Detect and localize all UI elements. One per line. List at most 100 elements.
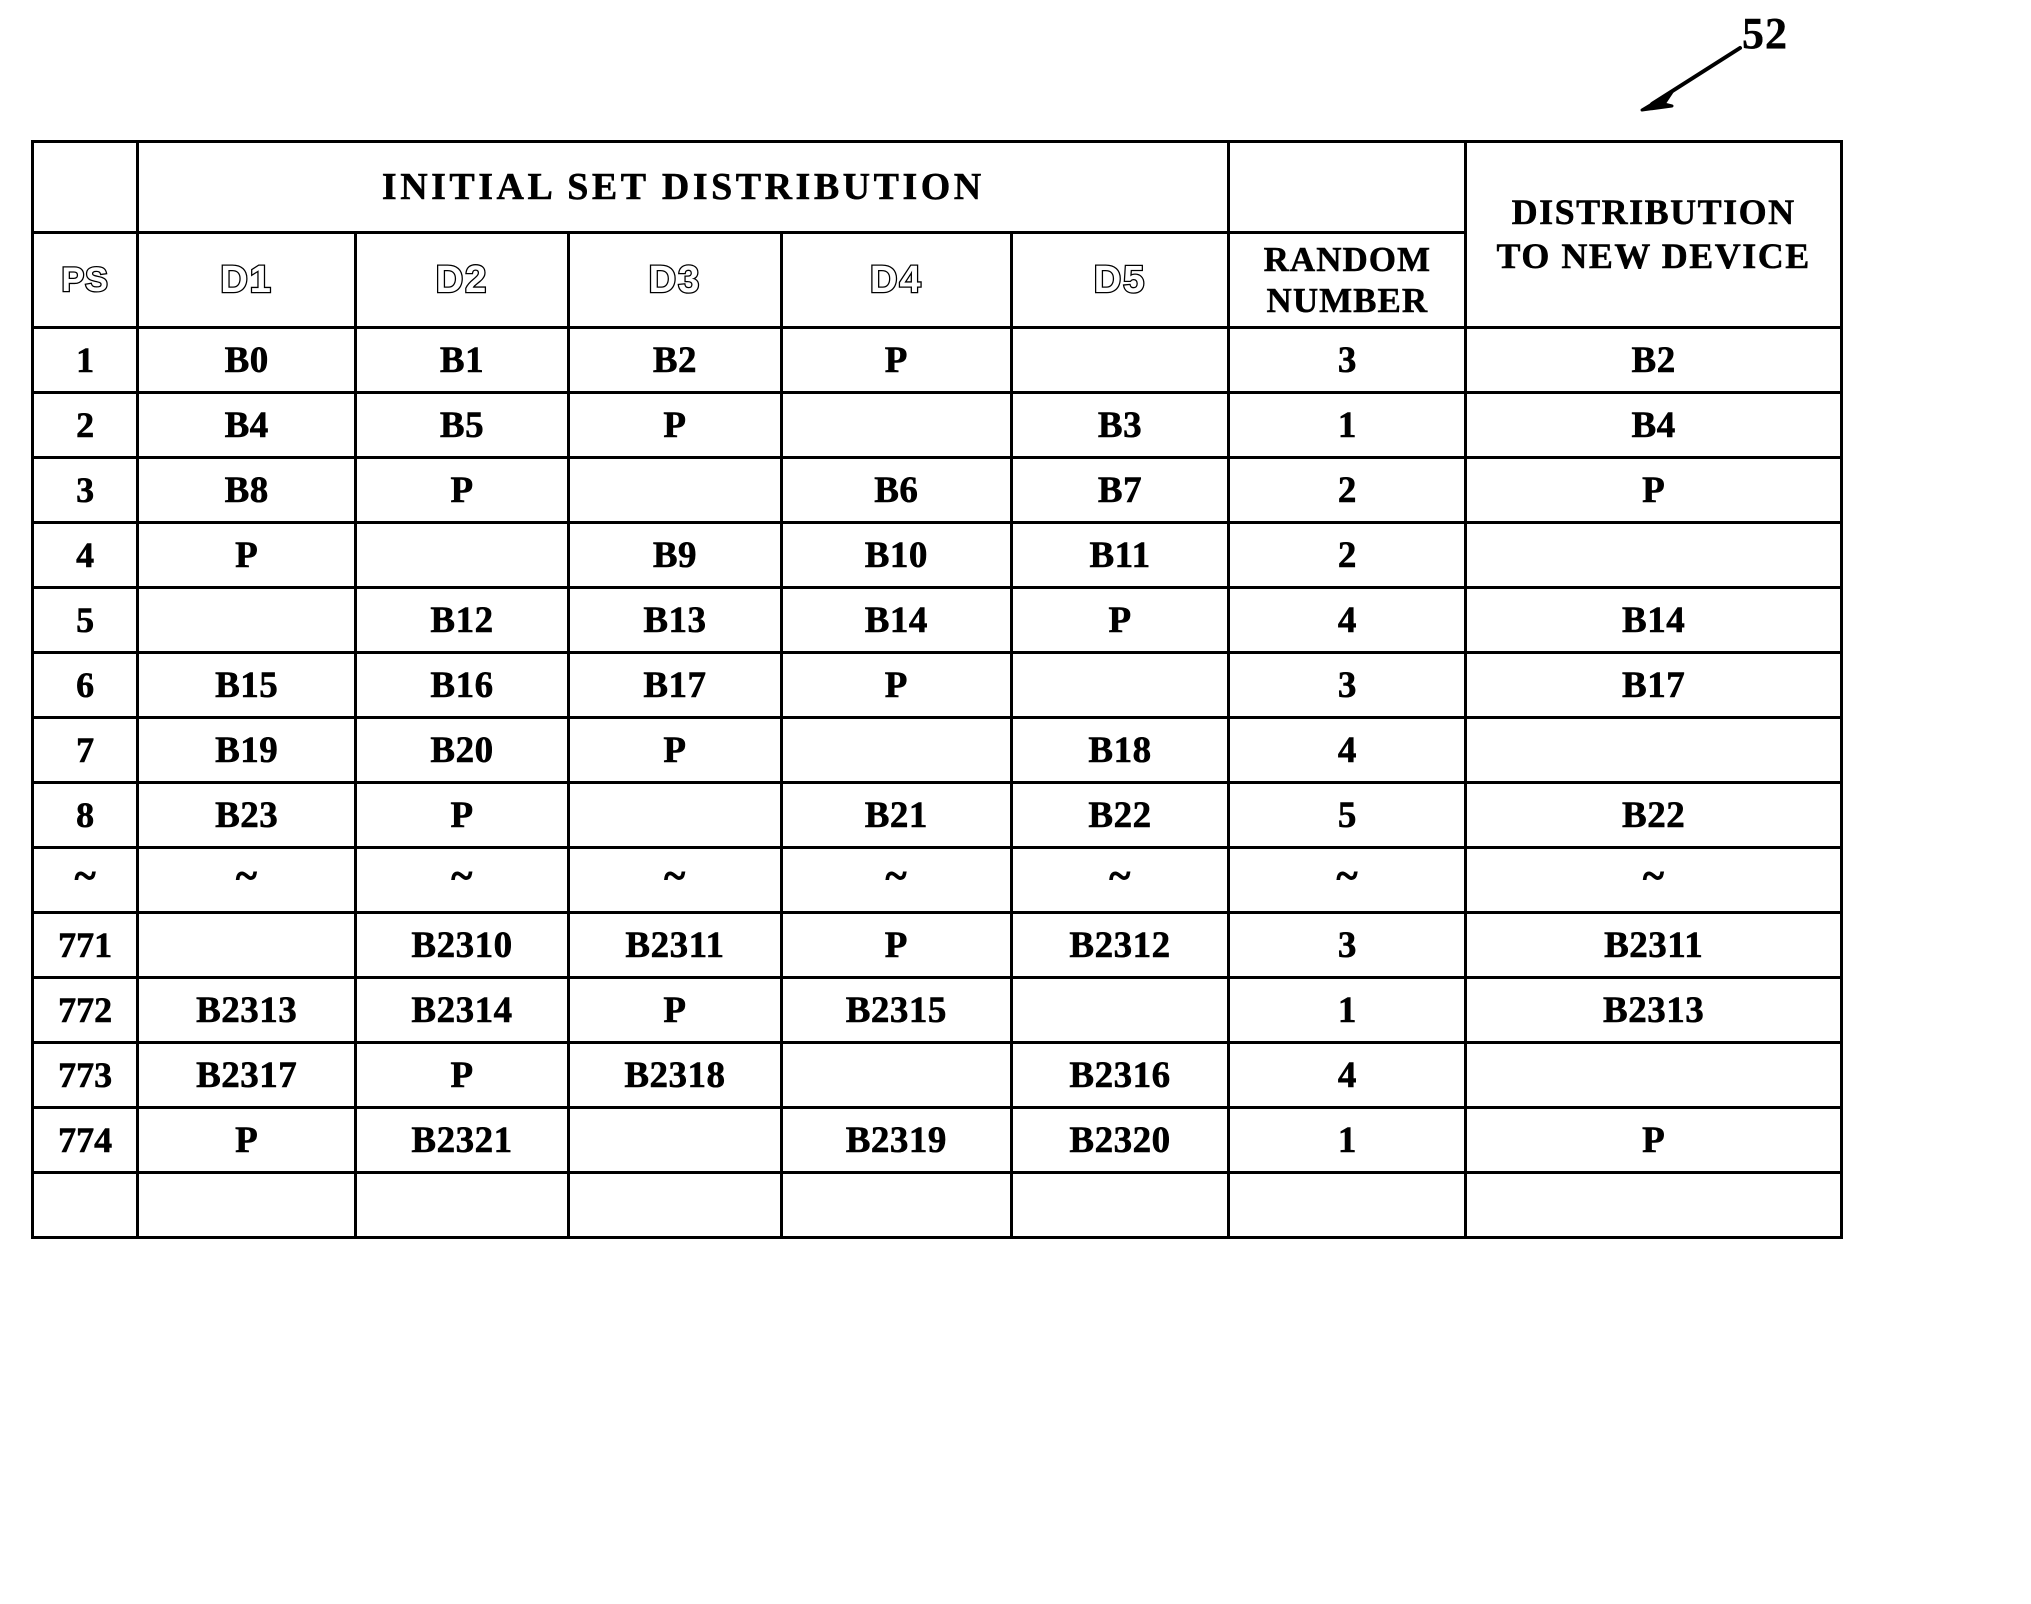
cell-value: 1 <box>76 340 95 380</box>
cell-dist: B2313 <box>1464 976 1843 1044</box>
cell-value: B2316 <box>1069 1054 1171 1096</box>
cell-dist <box>1464 1171 1843 1239</box>
header-random-number-blank <box>1227 140 1468 234</box>
cell-d3: B13 <box>566 586 783 654</box>
header-initial-set-distribution-label: INITIAL SET DISTRIBUTION <box>381 166 985 209</box>
cell-d3: ~ <box>566 846 783 914</box>
cell-value: 2 <box>1337 469 1357 511</box>
cell-value: 4 <box>1337 729 1357 771</box>
cell-value: 773 <box>58 1055 113 1095</box>
cell-d1: B19 <box>136 716 358 784</box>
table-row: 4 P B9 B10 B11 2 <box>30 521 1843 589</box>
cell-ps: 2 <box>30 391 140 459</box>
cell-value: B2311 <box>625 924 725 966</box>
cell-rand: 2 <box>1227 456 1468 524</box>
cell-d1: P <box>136 1106 358 1174</box>
cell-d1: B2317 <box>136 1041 358 1109</box>
cell-rand: 2 <box>1227 521 1468 589</box>
cell-rand <box>1227 1171 1468 1239</box>
cell-dist: P <box>1464 1106 1843 1174</box>
cell-value: B8 <box>224 469 269 511</box>
cell-d4: P <box>779 651 1013 719</box>
cell-rand: 1 <box>1227 1106 1468 1174</box>
cell-value: 3 <box>1337 664 1357 706</box>
cell-value: B2311 <box>1604 924 1704 966</box>
cell-d3 <box>566 456 783 524</box>
cell-dist <box>1464 521 1843 589</box>
header-col-d3: D3 <box>566 231 783 329</box>
cell-rand: ~ <box>1227 846 1468 914</box>
cell-d5 <box>1009 326 1231 394</box>
cell-d5: B18 <box>1009 716 1231 784</box>
cell-value: B2314 <box>411 989 513 1031</box>
cell-d3: B2311 <box>566 911 783 979</box>
cell-value: 771 <box>58 925 113 965</box>
header-distribution-to-new-device: DISTRIBUTION TO NEW DEVICE <box>1464 140 1843 329</box>
cell-d5 <box>1009 651 1231 719</box>
cell-value: 1 <box>1337 989 1357 1031</box>
cell-value: 1 <box>1337 1119 1357 1161</box>
cell-d2: B16 <box>354 651 570 719</box>
table-row: 1 B0 B1 B2 P 3 B2 <box>30 326 1843 394</box>
cell-d4: P <box>779 326 1013 394</box>
cell-d4 <box>779 716 1013 784</box>
header-distribution-to-new-device-label: DISTRIBUTION TO NEW DEVICE <box>1467 191 1840 279</box>
cell-value: B2 <box>652 339 698 381</box>
header-col-d2-label: D2 <box>434 259 489 301</box>
table-row: 8 B23 P B21 B22 5 B22 <box>30 781 1843 849</box>
cell-value: ~ <box>1642 853 1665 898</box>
cell-d3: B2 <box>566 326 783 394</box>
cell-value: B2321 <box>411 1119 513 1161</box>
table-row: 2 B4 B5 P B3 1 B4 <box>30 391 1843 459</box>
cell-value: P <box>663 989 687 1031</box>
cell-value: 4 <box>1337 599 1357 641</box>
cell-d4: B6 <box>779 456 1013 524</box>
cell-d2: B2310 <box>354 911 570 979</box>
cell-value: B2319 <box>845 1119 947 1161</box>
cell-d5: B3 <box>1009 391 1231 459</box>
cell-d5: B2316 <box>1009 1041 1231 1109</box>
cell-ps: 773 <box>30 1041 140 1109</box>
header-col-d2: D2 <box>354 231 570 329</box>
cell-value: B21 <box>864 794 928 836</box>
cell-d1: B2313 <box>136 976 358 1044</box>
cell-rand: 4 <box>1227 1041 1468 1109</box>
cell-d5 <box>1009 1171 1231 1239</box>
cell-value: 5 <box>1337 794 1357 836</box>
cell-d2: B20 <box>354 716 570 784</box>
cell-value: P <box>1108 599 1132 641</box>
header-col-d3-label: D3 <box>647 259 702 301</box>
cell-value: 772 <box>58 990 113 1030</box>
table-head: INITIAL SET DISTRIBUTION DISTRIBUTION TO… <box>30 140 1843 329</box>
cell-value: B17 <box>643 664 707 706</box>
cell-dist: B2 <box>1464 326 1843 394</box>
cell-d3: P <box>566 716 783 784</box>
cell-ps: 6 <box>30 651 140 719</box>
cell-value: B23 <box>215 794 279 836</box>
cell-value: 7 <box>76 730 95 770</box>
cell-ps: 771 <box>30 911 140 979</box>
cell-d5: B2312 <box>1009 911 1231 979</box>
cell-ps: 774 <box>30 1106 140 1174</box>
cell-d2 <box>354 521 570 589</box>
cell-value: B4 <box>224 404 269 446</box>
cell-value: ~ <box>451 853 473 898</box>
cell-dist <box>1464 716 1843 784</box>
cell-value: P <box>235 534 259 576</box>
table-row: 774 P B2321 B2319 B2320 1 P <box>30 1106 1843 1174</box>
cell-value: B14 <box>1622 599 1686 641</box>
cell-value: 8 <box>76 795 95 835</box>
cell-rand: 3 <box>1227 326 1468 394</box>
cell-ps <box>30 1171 140 1239</box>
cell-value: B7 <box>1097 469 1143 511</box>
cell-d1 <box>136 911 358 979</box>
cell-d4: B2319 <box>779 1106 1013 1174</box>
cell-d2: B2314 <box>354 976 570 1044</box>
cell-value: B2313 <box>1603 989 1705 1031</box>
cell-value: 5 <box>76 600 95 640</box>
cell-d2: B1 <box>354 326 570 394</box>
cell-value: P <box>663 404 687 446</box>
header-random-line1: RANDOM <box>1263 239 1432 279</box>
cell-value: P <box>450 469 474 511</box>
cell-value: P <box>884 924 908 966</box>
